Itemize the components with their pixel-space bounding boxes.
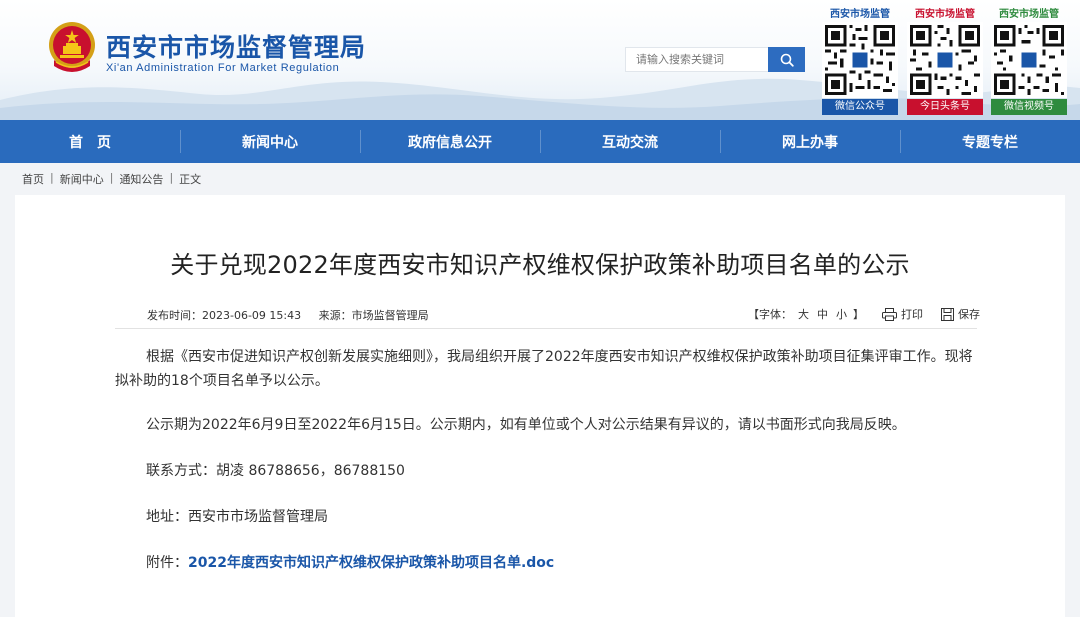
font-size-label-close: 】	[853, 308, 864, 321]
nav-item-online-services[interactable]: 网上办事	[720, 120, 900, 163]
breadcrumb-news[interactable]: 新闻中心	[60, 171, 104, 187]
font-medium-button[interactable]: 中	[817, 306, 828, 322]
source-label: 来源：	[318, 309, 352, 322]
print-label: 打印	[901, 308, 923, 321]
breadcrumb-current: 正文	[179, 173, 202, 186]
font-large-button[interactable]: 大	[798, 306, 809, 322]
search-box	[625, 47, 805, 72]
publish-time: 发布时间：2023-06-09 15:43	[147, 309, 301, 322]
breadcrumb-notices[interactable]: 通知公告	[119, 171, 163, 187]
save-button[interactable]: 保存	[941, 306, 980, 322]
site-title: 西安市市场监督管理局	[106, 33, 367, 62]
search-input[interactable]	[625, 47, 768, 72]
font-small-button[interactable]: 小	[836, 306, 847, 322]
attachment-link[interactable]: 2022年度西安市知识产权维权保护政策补助项目名单.doc	[188, 555, 554, 571]
nav-item-home[interactable]: 首 页	[0, 120, 180, 163]
breadcrumb: 首页 | 新闻中心 | 通知公告 | 正文	[22, 171, 201, 187]
qr-bottom-label: 微信公众号	[822, 99, 898, 115]
nav-item-special-topics[interactable]: 专题专栏	[900, 120, 1080, 163]
breadcrumb-separator: |	[50, 171, 54, 184]
site-subtitle: Xi'an Administration For Market Regulati…	[106, 62, 340, 74]
national-emblem-icon	[49, 22, 95, 72]
paragraph-period: 公示期为2022年6月9日至2022年6月15日。公示期内，如有单位或个人对公示…	[146, 417, 906, 433]
search-icon	[780, 53, 794, 67]
qr-wechat-official: 西安市场监管 微信公众号	[822, 8, 898, 116]
article-container: 关于兑现2022年度西安市知识产权维权保护政策补助项目名单的公示 发布时间：20…	[15, 195, 1065, 617]
source: 来源：市场监督管理局	[319, 309, 429, 322]
printer-icon	[882, 307, 897, 321]
attachment-label: 附件：	[146, 555, 188, 571]
breadcrumb-separator: |	[109, 171, 114, 184]
paragraph-contact: 联系方式：胡凌 86788656，86788150	[146, 463, 405, 479]
paragraph-address: 地址：西安市市场监督管理局	[146, 509, 328, 525]
meta-divider	[115, 328, 977, 329]
search-button[interactable]	[768, 47, 805, 72]
paragraph-attachment: 附件：2022年度西安市知识产权维权保护政策补助项目名单.doc	[115, 551, 977, 575]
print-button[interactable]: 打印	[882, 306, 923, 322]
save-icon	[941, 307, 954, 321]
save-label: 保存	[958, 308, 980, 321]
font-size-label-open: 【字体：	[748, 308, 792, 321]
qr-code-image	[822, 22, 898, 98]
qr-bottom-label: 今日头条号	[907, 99, 983, 115]
article-meta: 发布时间：2023-06-09 15:43 来源：市场监督管理局	[147, 307, 429, 323]
qr-top-label: 西安市场监管	[830, 9, 890, 20]
qr-code-image	[991, 22, 1067, 98]
nav-item-gov-info[interactable]: 政府信息公开	[360, 120, 540, 163]
site-header: 西安市市场监督管理局 Xi'an Administration For Mark…	[0, 0, 1080, 120]
breadcrumb-home[interactable]: 首页	[22, 171, 44, 187]
paragraph-intro: 根据《西安市促进知识产权创新发展实施细则》，我局组织开展了2022年度西安市知识…	[115, 349, 973, 389]
article-body: 根据《西安市促进知识产权创新发展实施细则》，我局组织开展了2022年度西安市知识…	[115, 345, 977, 575]
qr-top-label: 西安市场监管	[915, 9, 975, 20]
qr-bottom-label: 微信视频号	[991, 99, 1067, 115]
publish-value: 2023-06-09 15:43	[202, 309, 302, 322]
article-tools: 【字体： 大 中 小 】 打印 保存	[748, 306, 980, 322]
source-value: 市场监督管理局	[351, 309, 429, 322]
article-title: 关于兑现2022年度西安市知识产权维权保护政策补助项目名单的公示	[170, 251, 910, 279]
qr-top-label: 西安市场监管	[999, 9, 1059, 20]
breadcrumb-separator: |	[169, 171, 174, 184]
publish-label: 发布时间：	[147, 309, 202, 322]
qr-toutiao: 西安市场监管 今日头条号	[907, 8, 983, 116]
nav-item-news[interactable]: 新闻中心	[180, 120, 360, 163]
qr-wechat-video: 西安市场监管 微信视频号	[991, 8, 1067, 116]
qr-code-image	[907, 22, 983, 98]
nav-item-interaction[interactable]: 互动交流	[540, 120, 720, 163]
main-nav: 首 页 新闻中心 政府信息公开 互动交流 网上办事 专题专栏	[0, 120, 1080, 163]
